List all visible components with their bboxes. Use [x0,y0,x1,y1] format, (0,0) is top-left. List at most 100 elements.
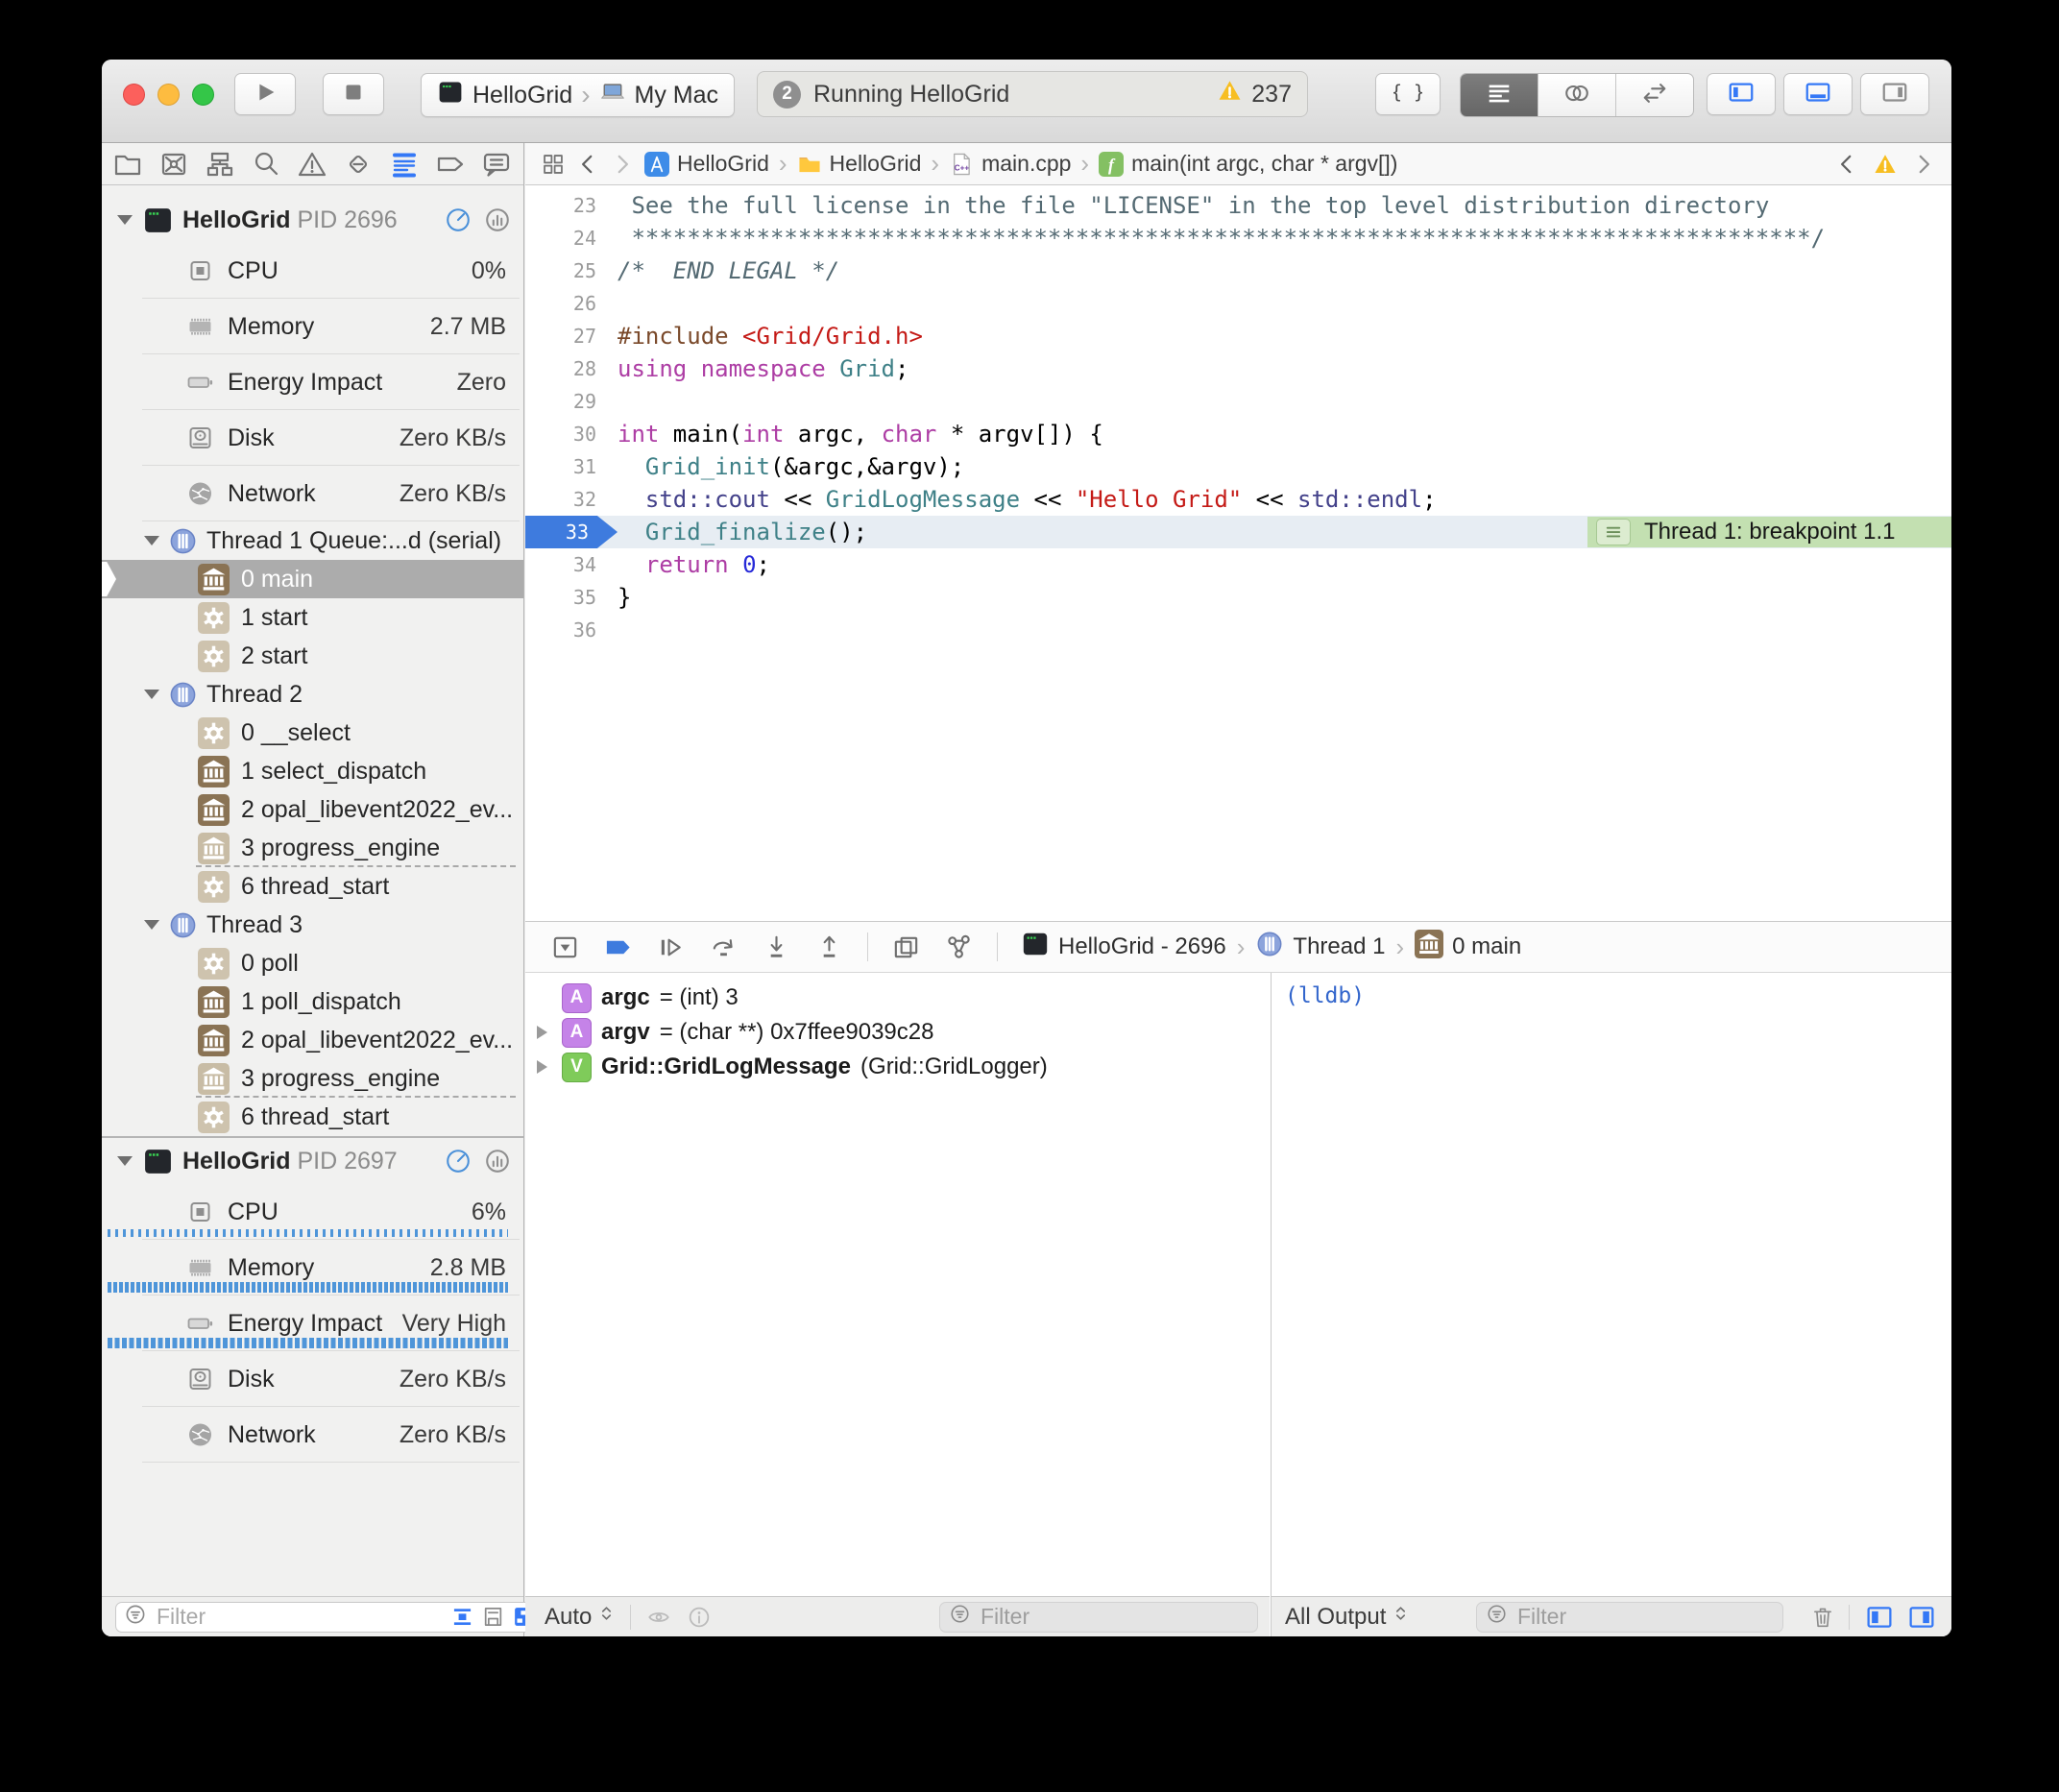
report-navigator-icon[interactable] [480,148,513,181]
line-number[interactable]: 27 [525,320,618,352]
gauge-row[interactable]: Memory 2.8 MB [102,1240,523,1296]
gauge-row[interactable]: Network Zero KB/s [102,1407,523,1463]
line-number[interactable]: 23 [525,189,618,222]
zoom-window-button[interactable] [192,84,214,106]
variable-row[interactable]: A argv = (char **) 0x7ffee9039c28 [525,1015,1270,1050]
breakpoint-navigator-icon[interactable] [434,148,467,181]
step-over-icon[interactable] [709,932,739,962]
stack-frame-row[interactable]: 3 progress_engine [102,1059,523,1098]
code-line[interactable]: 32 std::cout << GridLogMessage << "Hello… [525,483,1951,516]
code-line[interactable]: 29 [525,385,1951,418]
stack-frame-row[interactable]: 1 select_dispatch [102,752,523,790]
step-into-icon[interactable] [762,932,791,962]
debug-process[interactable]: HelloGrid - 2696 [1058,933,1226,960]
breakpoints-toggle-icon[interactable] [603,932,633,962]
thread-row[interactable]: Thread 1 Queue:...d (serial) [102,521,523,560]
jumpbar-crumb[interactable]: HelloGrid [644,151,769,177]
gauge-row[interactable]: Memory 2.7 MB [102,299,523,354]
variables-filter-field[interactable] [939,1602,1258,1633]
run-button[interactable] [234,73,296,115]
stack-frame-row[interactable]: 1 start [102,598,523,637]
line-number[interactable]: 29 [525,385,618,418]
source-control-navigator-icon[interactable] [157,148,190,181]
console-filter-input[interactable] [1515,1603,1774,1631]
console-filter-field[interactable] [1476,1602,1783,1633]
breakpoint-badge[interactable]: 33 [525,516,618,548]
issue-warning-icon[interactable] [1873,152,1898,177]
source-editor[interactable]: 23 See the full license in the file "LIC… [525,185,1951,925]
stack-frame-row[interactable]: 6 thread_start [102,867,523,906]
console-view[interactable]: (lldb) [1271,973,1951,1596]
line-number[interactable]: 35 [525,581,618,614]
profile-gauge-icon[interactable] [444,206,472,234]
gauge-row[interactable]: CPU 0% [102,243,523,299]
variable-row[interactable]: V Grid::GridLogMessage (Grid::GridLogger… [525,1050,1270,1084]
filter-crashed-icon[interactable] [481,1605,505,1629]
process-row[interactable]: HelloGrid PID 2697 [102,1138,523,1184]
code-line[interactable]: 31 Grid_init(&argc,&argv); [525,450,1951,483]
warning-count[interactable]: 237 [1251,81,1292,109]
code-line[interactable]: 36 [525,614,1951,646]
related-items-icon[interactable] [541,152,566,177]
version-editor-button[interactable] [1616,74,1693,116]
toggle-inspector-button[interactable] [1860,73,1929,115]
hide-debug-area-icon[interactable] [550,932,580,962]
symbol-navigator-icon[interactable] [204,148,236,181]
navigator-filter-field[interactable] [115,1602,545,1633]
stack-frame-row[interactable]: 6 thread_start [102,1098,523,1136]
profile-gauge-icon[interactable] [444,1147,472,1175]
gauge-row[interactable]: CPU 6% [102,1184,523,1240]
gauge-row[interactable]: Disk Zero KB/s [102,410,523,466]
next-issue-icon[interactable] [1911,152,1936,177]
view-hierarchy-debug-icon[interactable] [891,932,921,962]
disclosure-triangle[interactable] [117,1156,133,1166]
gauge-row[interactable]: Network Zero KB/s [102,466,523,521]
back-chevron-icon[interactable] [575,152,600,177]
code-snippet-button[interactable]: { } [1375,73,1441,115]
warning-icon[interactable] [1217,78,1243,110]
stack-frame-row[interactable]: 2 opal_libevent2022_ev... [102,1021,523,1059]
line-number[interactable]: 31 [525,450,618,483]
disclosure-triangle[interactable] [144,920,159,930]
stack-frame-row[interactable]: 0 __select [102,714,523,752]
gauge-row[interactable]: Disk Zero KB/s [102,1351,523,1407]
stack-frame-row[interactable]: 1 poll_dispatch [102,982,523,1021]
process-row[interactable]: HelloGrid PID 2696 [102,197,523,243]
variable-row[interactable]: A argc = (int) 3 [525,981,1270,1015]
code-line[interactable]: 34 return 0; [525,548,1951,581]
line-number[interactable]: 25 [525,254,618,287]
pause-gauge-icon[interactable] [483,1147,512,1175]
variables-scope-popup[interactable]: Auto [545,1602,615,1632]
close-window-button[interactable] [123,84,145,106]
thread-row[interactable]: Thread 3 [102,906,523,944]
disclosure-triangle[interactable] [117,215,133,225]
trash-icon[interactable] [1810,1605,1835,1630]
line-number[interactable]: 28 [525,352,618,385]
code-line-current[interactable]: 33 Grid_finalize(); Thread 1: breakpoint… [525,516,1951,548]
previous-issue-icon[interactable] [1834,152,1859,177]
debug-frame[interactable]: 0 main [1452,933,1521,960]
stack-frame-row[interactable]: 3 progress_engine [102,829,523,867]
code-line[interactable]: 30 int main(int argc, char * argv[]) { [525,418,1951,450]
issue-navigator-icon[interactable] [296,148,328,181]
code-line[interactable]: 35 } [525,581,1951,614]
thread-row[interactable]: Thread 2 [102,675,523,714]
project-navigator-icon[interactable] [111,148,144,181]
line-number[interactable]: 34 [525,548,618,581]
memory-graph-icon[interactable] [944,932,974,962]
gauge-row[interactable]: Energy Impact Very High [102,1296,523,1351]
annotation-menu-icon[interactable] [1596,519,1631,545]
console-output-popup[interactable]: All Output [1285,1602,1409,1632]
filter-running-processes-icon[interactable] [450,1605,474,1629]
minimize-window-button[interactable] [157,84,180,106]
show-variables-pane-icon[interactable] [1863,1604,1896,1631]
line-number[interactable]: 24 [525,222,618,254]
variables-view[interactable]: A argc = (int) 3 A argv = (char **) 0x7f… [525,973,1270,1596]
toggle-debug-area-button[interactable] [1783,73,1853,115]
scheme-selector[interactable]: HelloGrid › My Mac [421,73,735,117]
jumpbar-crumb[interactable]: f main(int argc, char * argv[]) [1099,151,1397,177]
stack-frame-row[interactable]: 2 opal_libevent2022_ev... [102,790,523,829]
find-navigator-icon[interactable] [250,148,282,181]
activity-viewer[interactable]: 2 Running HelloGrid 237 [757,71,1308,117]
disclosure-triangle[interactable] [537,1026,552,1039]
